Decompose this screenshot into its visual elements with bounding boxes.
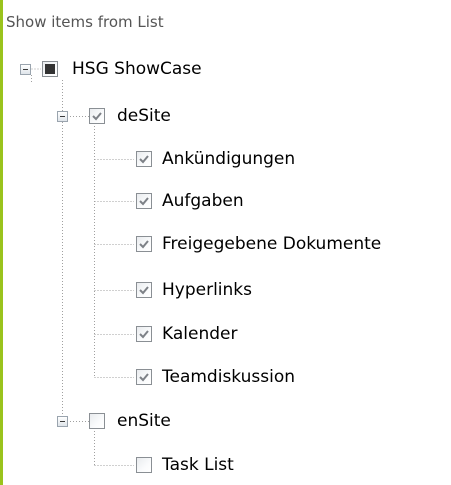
collapse-toggle-root[interactable] xyxy=(20,64,31,75)
tree-node-label[interactable]: Freigegebene Dokumente xyxy=(162,232,381,256)
check-mark-icon xyxy=(139,330,149,339)
tree-node-label-root[interactable]: HSG ShowCase xyxy=(72,57,202,81)
checkbox-item-checked[interactable] xyxy=(136,326,152,342)
tree-node-label[interactable]: Teamdiskussion xyxy=(162,365,295,389)
check-mark-icon xyxy=(139,155,149,164)
check-mark-icon xyxy=(139,373,149,382)
tree-node-label[interactable]: Kalender xyxy=(162,322,237,346)
collapse-toggle-ensite[interactable] xyxy=(57,416,68,427)
checkbox-item-unchecked[interactable] xyxy=(136,457,152,473)
check-mark-icon xyxy=(139,240,149,249)
check-mark-icon xyxy=(139,286,149,295)
tree-node-label[interactable]: Ankündigungen xyxy=(162,147,295,171)
tree-node-label[interactable]: Task List xyxy=(162,453,234,477)
check-mark-icon xyxy=(139,197,149,206)
checkbox-ensite-unchecked[interactable] xyxy=(89,413,105,429)
checkbox-item-checked[interactable] xyxy=(136,151,152,167)
checkbox-desite-checked[interactable] xyxy=(89,108,105,124)
tree-node-label-ensite[interactable]: enSite xyxy=(117,409,171,433)
tree-node-label-desite[interactable]: deSite xyxy=(117,104,171,128)
checkbox-item-checked[interactable] xyxy=(136,369,152,385)
collapse-toggle-desite[interactable] xyxy=(57,111,68,122)
check-mark-icon xyxy=(92,112,102,121)
checkbox-item-checked[interactable] xyxy=(136,282,152,298)
tree-node-label[interactable]: Aufgaben xyxy=(162,189,244,213)
checkbox-item-checked[interactable] xyxy=(136,236,152,252)
tree-node-label[interactable]: Hyperlinks xyxy=(162,278,252,302)
checkbox-item-checked[interactable] xyxy=(136,193,152,209)
checkbox-root-partial[interactable] xyxy=(42,61,58,77)
